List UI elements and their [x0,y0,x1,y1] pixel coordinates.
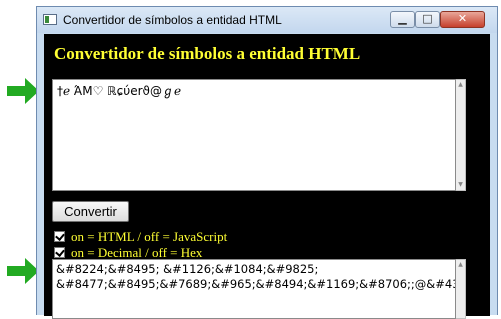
scroll-up-icon[interactable]: ▲ [456,80,465,90]
page-title: Convertidor de símbolos a entidad HTML [54,44,361,63]
html-js-label: on = HTML / off = JavaScript [71,229,228,244]
close-button[interactable]: ✕ [440,11,485,28]
title-bar[interactable]: Convertidor de símbolos a entidad HTML ▁… [37,7,497,33]
app-icon [43,14,57,25]
maximize-icon: □ [422,12,433,25]
app-window: Convertidor de símbolos a entidad HTML ▁… [36,6,498,319]
output-scrollbar[interactable]: ▲ [456,259,466,319]
close-icon: ✕ [457,12,468,25]
decimal-hex-checkbox[interactable] [54,247,65,258]
input-scrollbar[interactable]: ▲ ▼ [456,79,466,191]
html-js-checkbox[interactable] [54,231,65,242]
minimize-button[interactable]: ▁ [390,11,415,28]
client-area: Convertidor de símbolos a entidad HTML †… [44,34,490,319]
entity-output[interactable]: &#8224;&#8495; &#1126;&#1084;&#9825; &#8… [52,259,456,319]
scroll-up-icon[interactable]: ▲ [456,260,465,270]
decimal-hex-label: on = Decimal / off = Hex [71,245,203,260]
green-arrow-icon [7,78,39,104]
green-arrow-icon [7,258,39,284]
html-js-option[interactable]: on = HTML / off = JavaScript [54,229,228,244]
minimize-icon: ▁ [398,12,407,25]
scroll-down-icon[interactable]: ▼ [456,180,465,190]
maximize-button[interactable]: □ [415,11,440,28]
symbols-input[interactable]: †ℯ ΆМ♡ ℝɕύеrϑ@ℊℯ [52,79,456,191]
window-title: Convertidor de símbolos a entidad HTML [63,13,282,27]
decimal-hex-option[interactable]: on = Decimal / off = Hex [54,245,203,260]
convert-button[interactable]: Convertir [52,201,129,222]
